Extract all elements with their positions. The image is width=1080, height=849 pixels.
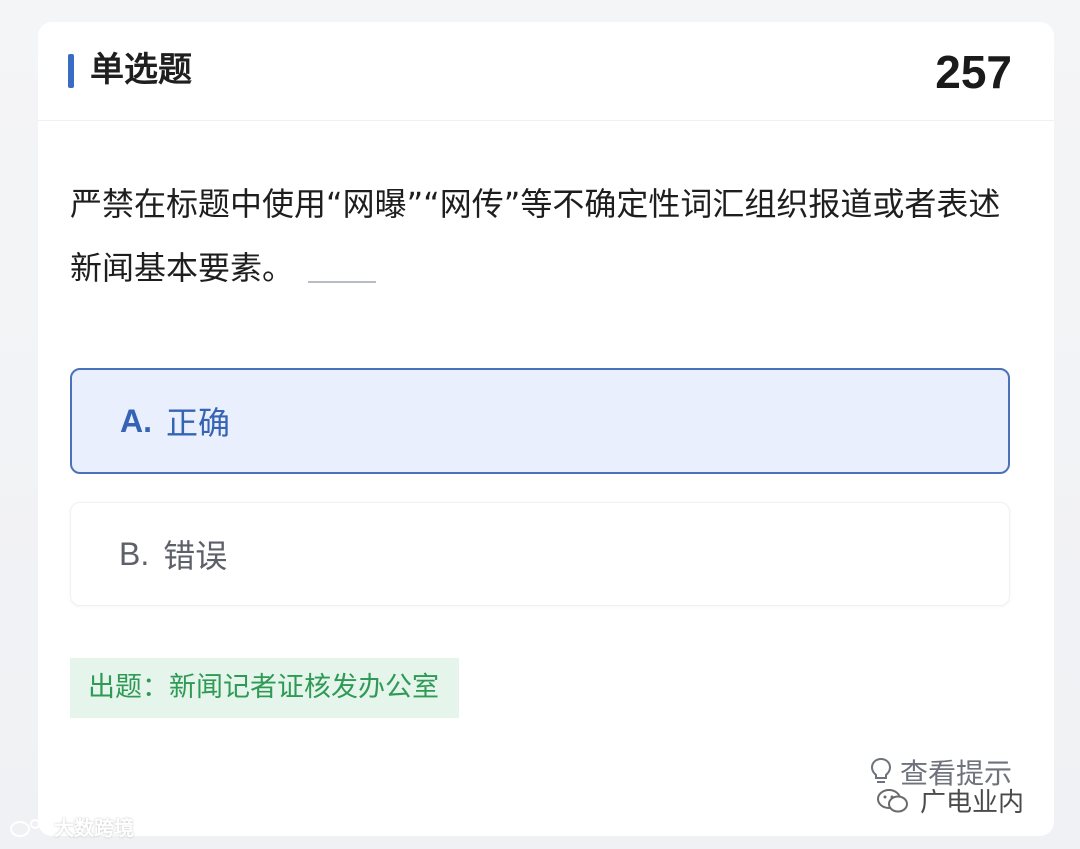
option-b-letter: B. (119, 535, 150, 572)
answer-blank (308, 281, 377, 283)
option-a-label: 正确 (166, 404, 231, 442)
wechat-account-name: 广电业内 (920, 788, 1025, 818)
question-type-title: 单选题 (90, 50, 192, 90)
option-b-label: 错误 (163, 537, 228, 575)
weibo-watermark: 大数跨境 (8, 812, 134, 841)
option-b-button[interactable]: B. 错误 (70, 502, 1010, 606)
question-number: 257 (935, 46, 1012, 98)
wechat-icon (877, 788, 908, 812)
option-a-button[interactable]: A. 正确 (70, 368, 1010, 474)
question-card: 单选题 257 严禁在标题中使用“网曝”“网传”等不确定性词汇组织报道或者表述新… (38, 22, 1054, 836)
header-accent-bar (68, 54, 74, 88)
card-header: 单选题 257 (38, 22, 1054, 121)
question-text-block: 严禁在标题中使用“网曝”“网传”等不确定性词汇组织报道或者表述新闻基本要素。 (70, 172, 1020, 300)
weibo-icon (10, 818, 48, 837)
option-a-letter: A. (120, 402, 152, 439)
weibo-account-name: 大数跨境 (54, 816, 134, 840)
question-text: 严禁在标题中使用“网曝”“网传”等不确定性词汇组织报道或者表述新闻基本要素。 (70, 185, 1001, 287)
wechat-watermark: 广电业内 (876, 782, 1024, 819)
question-source-badge: 出题：新闻记者证核发办公室 (70, 658, 459, 718)
page: 单选题 257 严禁在标题中使用“网曝”“网传”等不确定性词汇组织报道或者表述新… (0, 0, 1080, 849)
